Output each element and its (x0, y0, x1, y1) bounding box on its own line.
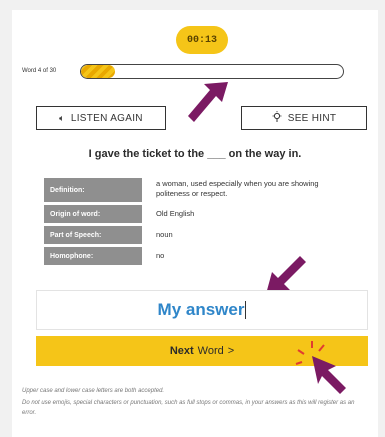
info-label: Definition: (44, 178, 142, 202)
info-row-definition: Definition: a woman, used especially whe… (44, 178, 344, 202)
word-counter: Word 4 of 30 (22, 68, 57, 74)
lightbulb-icon (272, 111, 282, 125)
info-row-part-of-speech: Part of Speech: noun (44, 226, 344, 244)
chevron-right-icon: > (227, 345, 235, 357)
text-caret (245, 301, 247, 319)
info-value: noun (156, 230, 173, 239)
punctuation-note: Do not use emojis, special characters or… (22, 400, 355, 416)
info-row-origin: Origin of word: Old English (44, 205, 344, 223)
listen-again-label: LISTEN AGAIN (70, 112, 143, 124)
listen-again-button[interactable]: 🔈︎ LISTEN AGAIN (36, 106, 166, 130)
see-hint-label: SEE HINT (287, 112, 337, 124)
info-value: no (156, 251, 165, 260)
progress-fill (81, 65, 116, 78)
next-label-rest: Word (197, 345, 224, 357)
case-note: Upper case and lower case letters are bo… (22, 388, 165, 394)
see-hint-button[interactable]: SEE HINT (241, 106, 367, 130)
next-label-bold: Next (169, 345, 194, 357)
timer-badge: 00:13 (176, 26, 228, 54)
info-value: Old English (156, 209, 195, 218)
question-sentence: I gave the ticket to the ___ on the way … (88, 148, 302, 160)
info-value: a woman, used especially when you are sh… (156, 179, 319, 198)
speaker-icon: 🔈︎ (59, 112, 65, 123)
annotation-arrow-progress (186, 80, 236, 126)
info-label: Origin of word: (44, 205, 142, 223)
info-label: Part of Speech: (44, 226, 142, 244)
progress-bar (80, 64, 344, 79)
answer-input[interactable]: My answer (36, 290, 368, 330)
info-label: Homophone: (44, 247, 142, 265)
answer-value: My answer (157, 300, 245, 319)
